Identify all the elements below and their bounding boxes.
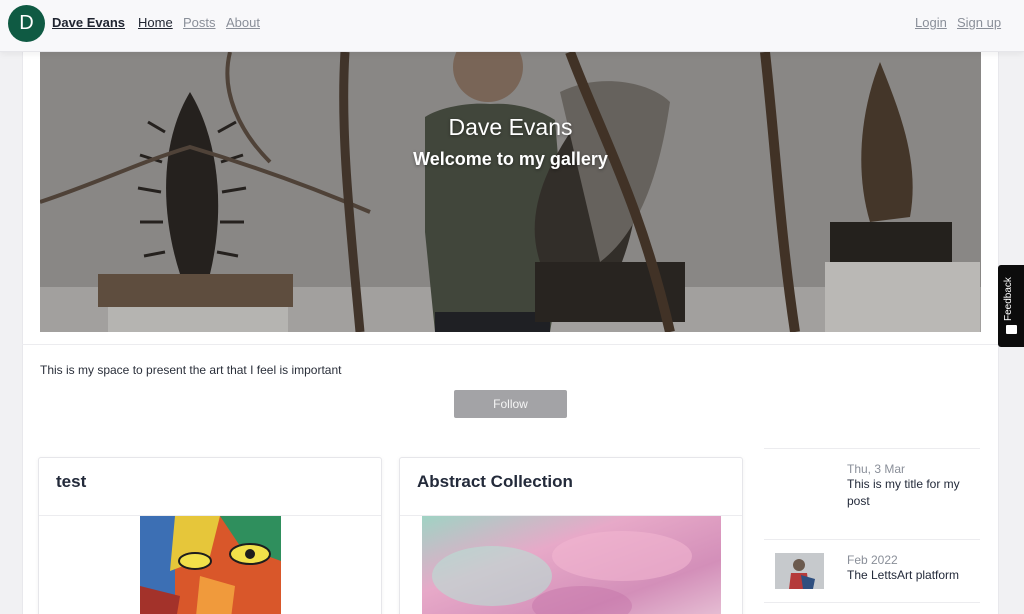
avatar[interactable]: D xyxy=(8,5,45,42)
sidebar-post-thumbnail[interactable] xyxy=(775,553,824,589)
divider xyxy=(764,448,980,449)
sidebar-post-title[interactable]: The LettsArt platform xyxy=(847,567,977,584)
divider xyxy=(764,539,980,540)
hero-title: Dave Evans xyxy=(448,114,573,140)
divider xyxy=(764,602,980,603)
top-navbar: D Dave Evans Home Posts About Login Sign… xyxy=(0,0,1024,52)
feedback-icon xyxy=(1006,325,1017,334)
brand-link[interactable]: Dave Evans xyxy=(52,15,125,30)
nav-home-link[interactable]: Home xyxy=(138,15,173,30)
signup-link[interactable]: Sign up xyxy=(957,15,1001,30)
nav-about-link[interactable]: About xyxy=(226,15,260,30)
post-card-title[interactable]: test xyxy=(56,472,86,492)
divider xyxy=(22,344,999,345)
feedback-label: Feedback xyxy=(1003,277,1014,321)
login-link[interactable]: Login xyxy=(915,15,947,30)
post-card[interactable]: Abstract Collection xyxy=(399,457,743,614)
follow-button[interactable]: Follow xyxy=(454,390,567,418)
hero-banner: Dave Evans Welcome to my gallery xyxy=(40,52,981,332)
feedback-tab[interactable]: Feedback xyxy=(998,265,1024,347)
nav-posts-link[interactable]: Posts xyxy=(183,15,216,30)
post-card-title[interactable]: Abstract Collection xyxy=(417,472,573,492)
sidebar-post-title[interactable]: This is my title for my post xyxy=(847,476,977,510)
sidebar-post-date: Feb 2022 xyxy=(847,553,898,567)
sidebar-post-date: Thu, 3 Mar xyxy=(847,462,906,476)
hero-subtitle: Welcome to my gallery xyxy=(413,149,608,169)
post-card-image[interactable] xyxy=(140,516,281,614)
post-card-image[interactable] xyxy=(422,516,721,614)
intro-text: This is my space to present the art that… xyxy=(40,363,342,377)
hero-image xyxy=(40,52,981,332)
post-card[interactable]: test xyxy=(38,457,382,614)
